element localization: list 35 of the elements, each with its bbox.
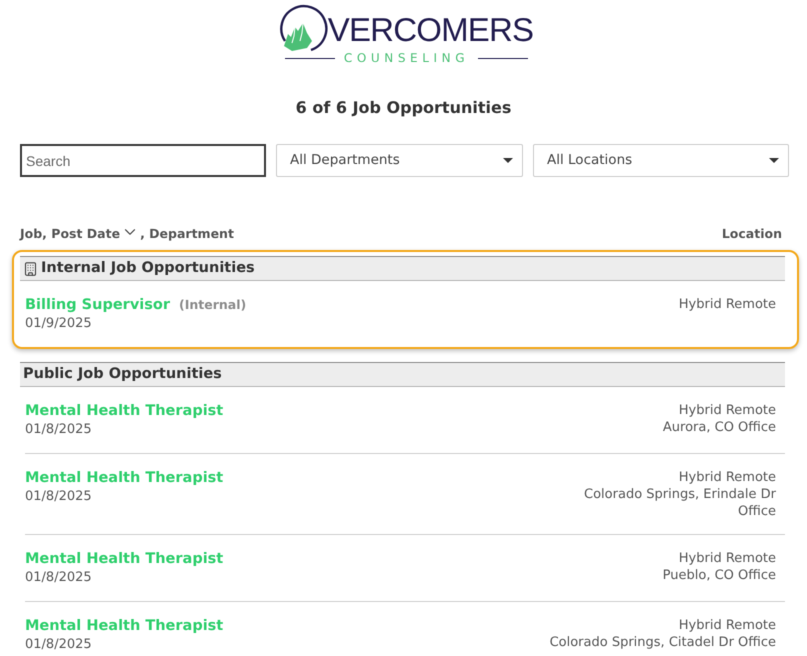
job-location: Colorado Springs, Citadel Dr Office [550, 634, 776, 651]
job-location: Hybrid Remote [678, 550, 776, 567]
building-icon [23, 260, 38, 276]
internal-tag: (Internal) [178, 296, 246, 315]
caret-down-icon [769, 158, 779, 163]
job-title-link[interactable]: Mental Health Therapist [25, 616, 224, 636]
post-date: 01/8/2025 [25, 421, 93, 439]
search-field[interactable]: Search [20, 144, 266, 177]
job-title-link[interactable]: Mental Health Therapist [25, 401, 224, 421]
job-location: Hybrid Remote [678, 402, 776, 419]
post-date: 01/8/2025 [25, 636, 93, 654]
results-heading: 6 of 6 Job Opportunities [296, 97, 512, 119]
post-date: 01/8/2025 [25, 569, 93, 587]
post-date: 01/8/2025 [25, 488, 93, 506]
section-title: Internal Job Opportunities [41, 258, 255, 278]
column-header: Location [722, 224, 782, 243]
job-location: Aurora, CO Office [662, 419, 776, 436]
job-location: Pueblo, CO Office [662, 567, 776, 584]
job-title-link[interactable]: Mental Health Therapist [25, 468, 224, 488]
department-dropdown[interactable]: All Departments [276, 144, 523, 177]
caret-down-icon [503, 158, 513, 163]
section-title: Public Job Opportunities [23, 364, 222, 384]
logo-wordmark: VERCOMERS [328, 12, 534, 46]
job-title-link[interactable]: Mental Health Therapist [25, 549, 224, 569]
job-location: Hybrid Remote [678, 617, 776, 634]
job-location: Hybrid Remote [678, 469, 776, 486]
column-header: , Department [140, 224, 234, 243]
job-title-link[interactable]: Billing Supervisor [25, 295, 170, 315]
sort-column-header[interactable]: Job, Post Date [20, 224, 120, 244]
logo-icon [280, 4, 330, 52]
post-date: 01/9/2025 [25, 315, 93, 333]
location-dropdown[interactable]: All Locations [533, 144, 789, 177]
job-location: Colorado Springs, Erindale Dr Office [583, 486, 776, 520]
logo-tagline: COUNSELING [344, 51, 470, 65]
job-location: Hybrid Remote [678, 296, 776, 313]
